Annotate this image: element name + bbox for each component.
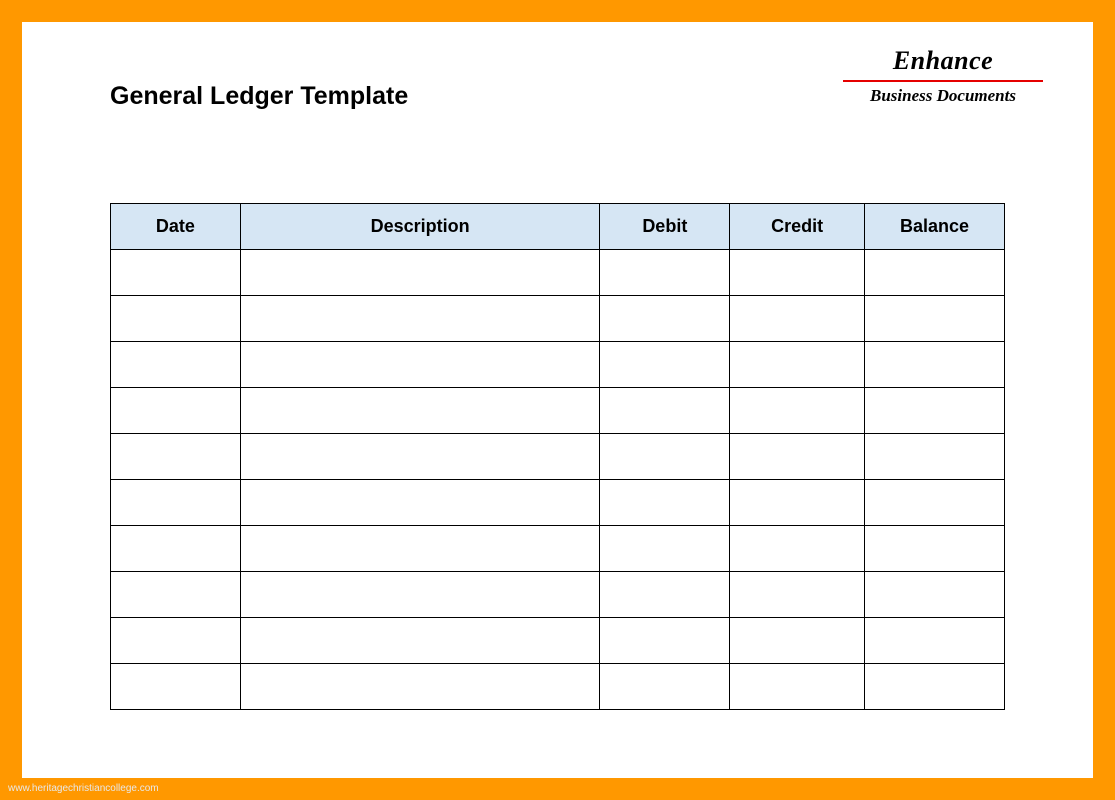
document-page: General Ledger Template Enhance Business… — [22, 22, 1093, 778]
cell-credit — [730, 388, 865, 434]
watermark-text: www.heritagechristiancollege.com — [8, 783, 159, 794]
cell-credit — [730, 434, 865, 480]
col-header-description: Description — [240, 204, 600, 250]
brand-box: Enhance Business Documents — [843, 46, 1043, 106]
cell-description — [240, 296, 600, 342]
table-row — [111, 250, 1005, 296]
cell-debit — [600, 526, 730, 572]
document-frame: General Ledger Template Enhance Business… — [0, 0, 1115, 800]
cell-debit — [600, 296, 730, 342]
cell-credit — [730, 250, 865, 296]
table-body — [111, 250, 1005, 710]
cell-description — [240, 342, 600, 388]
ledger-table: Date Description Debit Credit Balance — [110, 203, 1005, 710]
brand-name: Enhance — [843, 46, 1043, 76]
cell-date — [111, 296, 241, 342]
table-row — [111, 296, 1005, 342]
cell-balance — [865, 572, 1005, 618]
cell-date — [111, 618, 241, 664]
cell-balance — [865, 664, 1005, 710]
table-row — [111, 664, 1005, 710]
cell-debit — [600, 388, 730, 434]
table-header-row: Date Description Debit Credit Balance — [111, 204, 1005, 250]
cell-date — [111, 664, 241, 710]
cell-description — [240, 572, 600, 618]
cell-description — [240, 480, 600, 526]
cell-credit — [730, 342, 865, 388]
col-header-credit: Credit — [730, 204, 865, 250]
cell-balance — [865, 342, 1005, 388]
cell-debit — [600, 480, 730, 526]
cell-debit — [600, 342, 730, 388]
table-row — [111, 572, 1005, 618]
cell-date — [111, 434, 241, 480]
brand-subtitle: Business Documents — [843, 86, 1043, 106]
table-row — [111, 526, 1005, 572]
col-header-debit: Debit — [600, 204, 730, 250]
col-header-balance: Balance — [865, 204, 1005, 250]
cell-balance — [865, 526, 1005, 572]
cell-balance — [865, 388, 1005, 434]
cell-description — [240, 250, 600, 296]
col-header-date: Date — [111, 204, 241, 250]
table-row — [111, 434, 1005, 480]
cell-credit — [730, 480, 865, 526]
cell-date — [111, 388, 241, 434]
cell-debit — [600, 250, 730, 296]
cell-balance — [865, 296, 1005, 342]
cell-description — [240, 434, 600, 480]
cell-description — [240, 388, 600, 434]
table-row — [111, 618, 1005, 664]
cell-date — [111, 480, 241, 526]
table-row — [111, 388, 1005, 434]
header-row: General Ledger Template Enhance Business… — [80, 54, 1035, 111]
cell-credit — [730, 664, 865, 710]
cell-debit — [600, 664, 730, 710]
cell-description — [240, 664, 600, 710]
cell-balance — [865, 250, 1005, 296]
cell-credit — [730, 296, 865, 342]
cell-description — [240, 526, 600, 572]
cell-credit — [730, 572, 865, 618]
cell-description — [240, 618, 600, 664]
cell-credit — [730, 526, 865, 572]
cell-credit — [730, 618, 865, 664]
cell-debit — [600, 434, 730, 480]
cell-balance — [865, 480, 1005, 526]
table-row — [111, 480, 1005, 526]
cell-debit — [600, 618, 730, 664]
cell-balance — [865, 434, 1005, 480]
cell-debit — [600, 572, 730, 618]
brand-underline — [843, 80, 1043, 82]
cell-balance — [865, 618, 1005, 664]
cell-date — [111, 526, 241, 572]
cell-date — [111, 342, 241, 388]
table-row — [111, 342, 1005, 388]
page-title: General Ledger Template — [110, 82, 408, 111]
cell-date — [111, 250, 241, 296]
cell-date — [111, 572, 241, 618]
